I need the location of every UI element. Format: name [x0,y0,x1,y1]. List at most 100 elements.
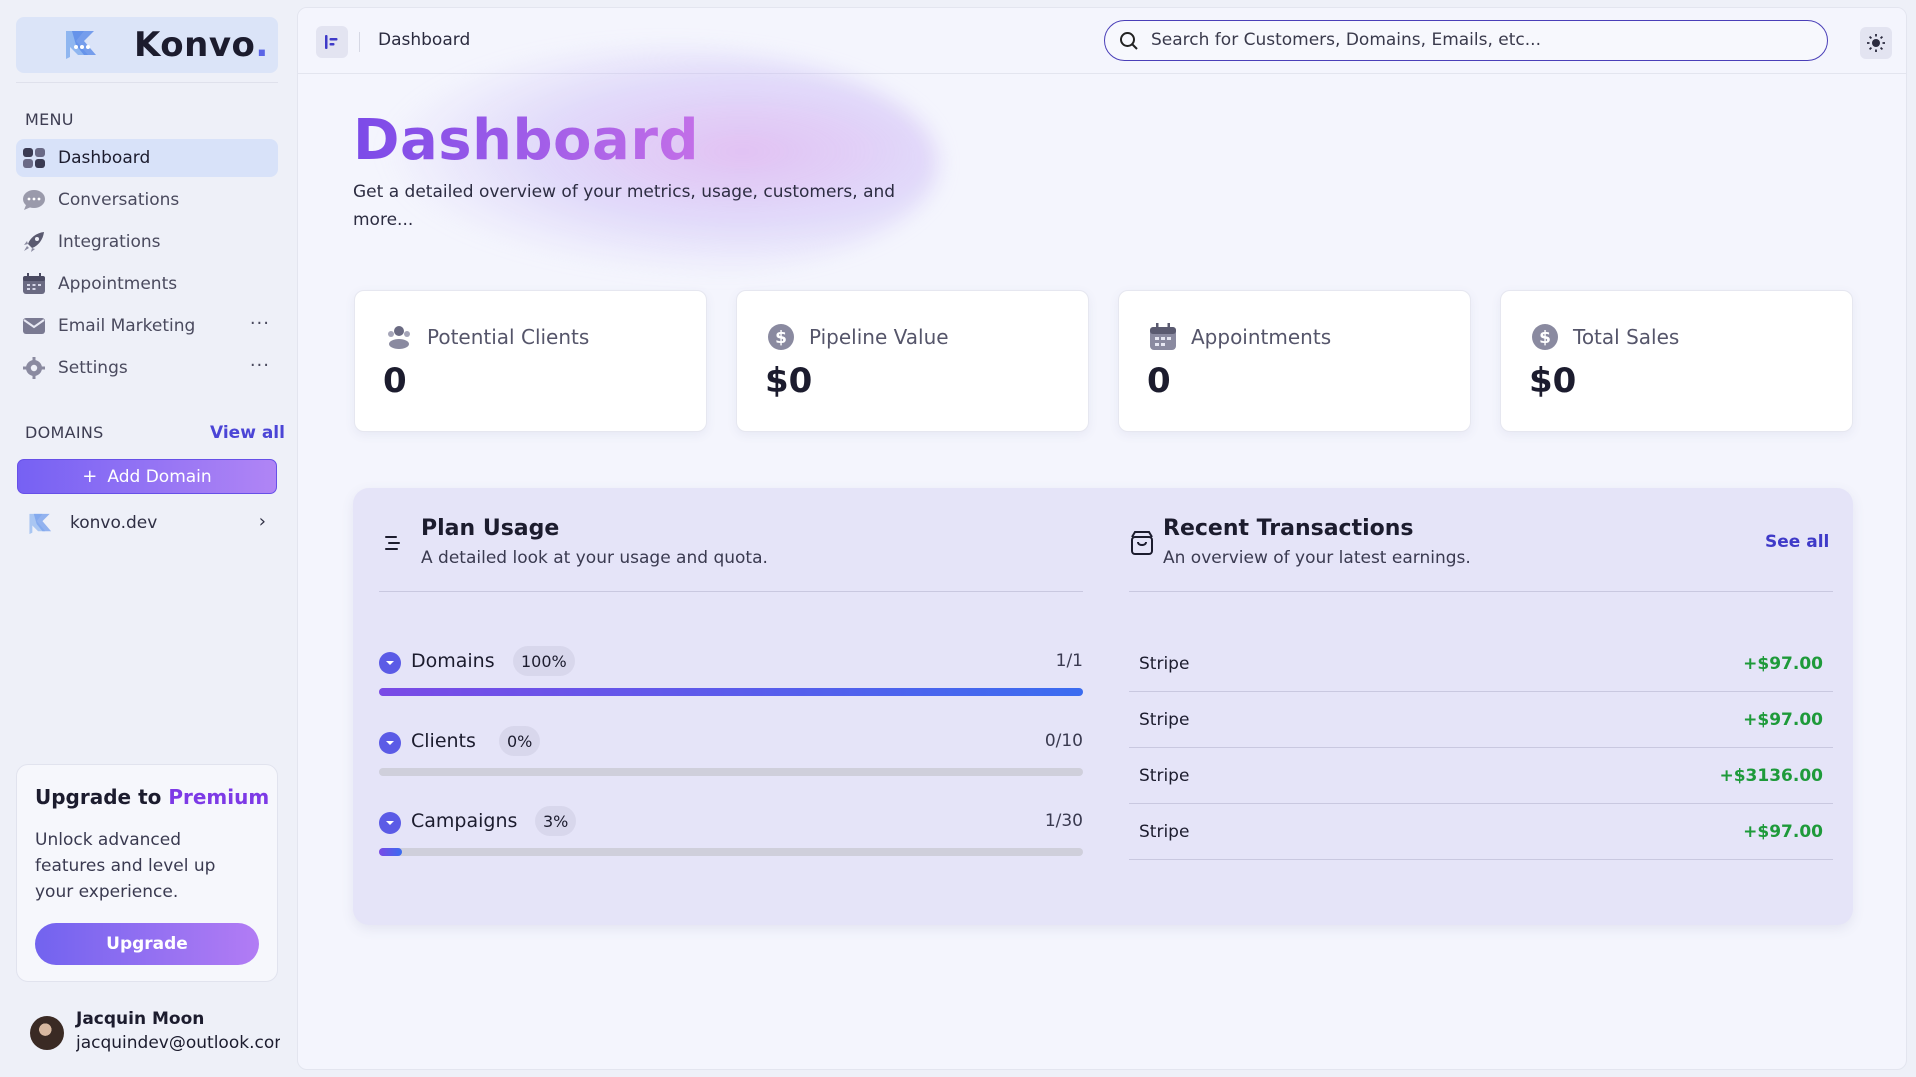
usage-label: Domains [411,650,495,672]
sidebar-item-appointments[interactable]: Appointments [16,265,278,303]
grid-icon [23,148,45,168]
search-bar[interactable] [1104,20,1828,61]
sidebar-item-label: Integrations [58,232,161,252]
stat-value: 0 [383,361,407,401]
konvo-logo-icon [66,31,96,59]
usage-count: 0/10 [1044,731,1083,751]
stat-value: $0 [1529,361,1577,401]
stat-label: Potential Clients [427,325,590,349]
usage-label: Clients [411,730,476,752]
stat-label: Pipeline Value [809,325,949,349]
sidebar-item-label: Email Marketing [58,316,196,336]
sidebar-item-label: Settings [58,358,128,378]
transactions-subtitle: An overview of your latest earnings. [1163,548,1471,568]
sidebar-item-email-marketing[interactable]: Email Marketing ··· [16,307,278,345]
chevron-down-icon[interactable] [379,732,401,754]
sidebar-toggle-button[interactable] [316,26,348,58]
calendar-icon [23,273,45,294]
user-name: Jacquin Moon [76,1009,205,1029]
upgrade-card: Upgrade to Premium Unlock advanced featu… [16,764,278,982]
svg-text:$: $ [775,328,787,348]
domain-label: konvo.dev [70,513,158,533]
domain-item-konvo-dev[interactable]: konvo.dev › [16,505,278,541]
usage-label: Campaigns [411,810,518,832]
progress-bar [379,848,1083,856]
stat-card-total-sales: $ Total Sales $0 [1500,290,1853,432]
sidebar-toggle-icon [325,35,338,49]
menu-section-label: MENU [25,110,74,129]
stat-card-potential-clients: Potential Clients 0 [354,290,707,432]
transaction-row[interactable]: Stripe +$97.00 [1129,804,1833,860]
transaction-source: Stripe [1139,766,1190,786]
sidebar: Konvo. MENU Dashboard Conversations Inte… [0,0,292,1077]
list-filter-icon [385,536,400,550]
page-title: Dashboard [353,108,700,173]
progress-bar [379,688,1083,696]
transaction-row[interactable]: Stripe +$97.00 [1129,692,1833,748]
search-input[interactable] [1151,21,1811,59]
calendar-icon [1150,323,1176,350]
brand-logo[interactable]: Konvo. [16,17,278,73]
transaction-amount: +$97.00 [1743,710,1823,730]
domains-section-label: DOMAINS [25,423,104,442]
usage-row-clients: Clients 0% 0/10 [379,726,1083,794]
plus-icon: + [82,466,98,487]
sidebar-item-label: Conversations [58,190,180,210]
brand-name: Konvo. [134,25,269,65]
stat-label: Appointments [1191,325,1332,349]
upgrade-title: Upgrade to Premium [35,785,270,809]
transactions-title: Recent Transactions [1163,516,1414,541]
shopping-bag-icon [1131,531,1153,555]
users-icon [388,326,410,349]
divider [379,591,1083,592]
stat-label: Total Sales [1573,325,1680,349]
theme-toggle-button[interactable] [1860,27,1892,59]
transaction-amount: +$97.00 [1743,654,1823,674]
avatar[interactable] [30,1016,64,1050]
see-all-transactions-link[interactable]: See all [1765,532,1829,552]
usage-count: 1/30 [1044,811,1083,831]
usage-percent-badge: 100% [513,646,575,676]
transaction-row[interactable]: Stripe +$3136.00 [1129,748,1833,804]
usage-percent-badge: 0% [499,726,541,756]
transaction-source: Stripe [1139,822,1190,842]
usage-percent-badge: 3% [535,806,577,836]
sidebar-item-label: Dashboard [58,148,151,168]
stat-card-appointments: Appointments 0 [1118,290,1471,432]
svg-text:$: $ [1539,328,1551,348]
transaction-row[interactable]: Stripe +$97.00 [1129,636,1833,692]
plan-usage-title: Plan Usage [421,516,560,541]
stat-value: 0 [1147,361,1171,401]
domain-logo-icon [29,513,52,535]
main-panel: Dashboard Dashboard Get a detailed overv… [297,7,1907,1070]
transaction-source: Stripe [1139,710,1190,730]
progress-bar [379,768,1083,776]
sidebar-item-integrations[interactable]: Integrations [16,223,278,261]
sun-icon [1867,34,1885,52]
chevron-down-icon[interactable] [379,652,401,674]
add-domain-button[interactable]: + Add Domain [17,459,277,494]
sidebar-item-dashboard[interactable]: Dashboard [16,139,278,177]
progress-fill [379,848,403,856]
sidebar-item-settings[interactable]: Settings ··· [16,349,278,387]
user-email: jacquindev@outlook.com [76,1033,280,1053]
add-domain-label: Add Domain [107,466,212,487]
more-options-icon[interactable]: ··· [250,355,270,376]
breadcrumb: Dashboard [378,30,471,50]
sidebar-item-conversations[interactable]: Conversations [16,181,278,219]
search-icon [1120,32,1138,50]
transaction-amount: +$3136.00 [1719,766,1823,786]
transaction-amount: +$97.00 [1743,822,1823,842]
chevron-down-icon[interactable] [379,812,401,834]
stat-card-pipeline-value: $ Pipeline Value $0 [736,290,1089,432]
sidebar-divider [16,82,278,83]
upgrade-button[interactable]: Upgrade [35,923,259,965]
progress-fill [379,688,1083,696]
envelope-icon [23,318,45,334]
chevron-right-icon: › [258,511,266,532]
view-all-domains-link[interactable]: View all [210,423,285,443]
usage-count: 1/1 [1055,651,1083,671]
dollar-icon: $ [1532,324,1558,350]
more-options-icon[interactable]: ··· [250,313,270,334]
plan-usage-subtitle: A detailed look at your usage and quota. [421,548,768,568]
